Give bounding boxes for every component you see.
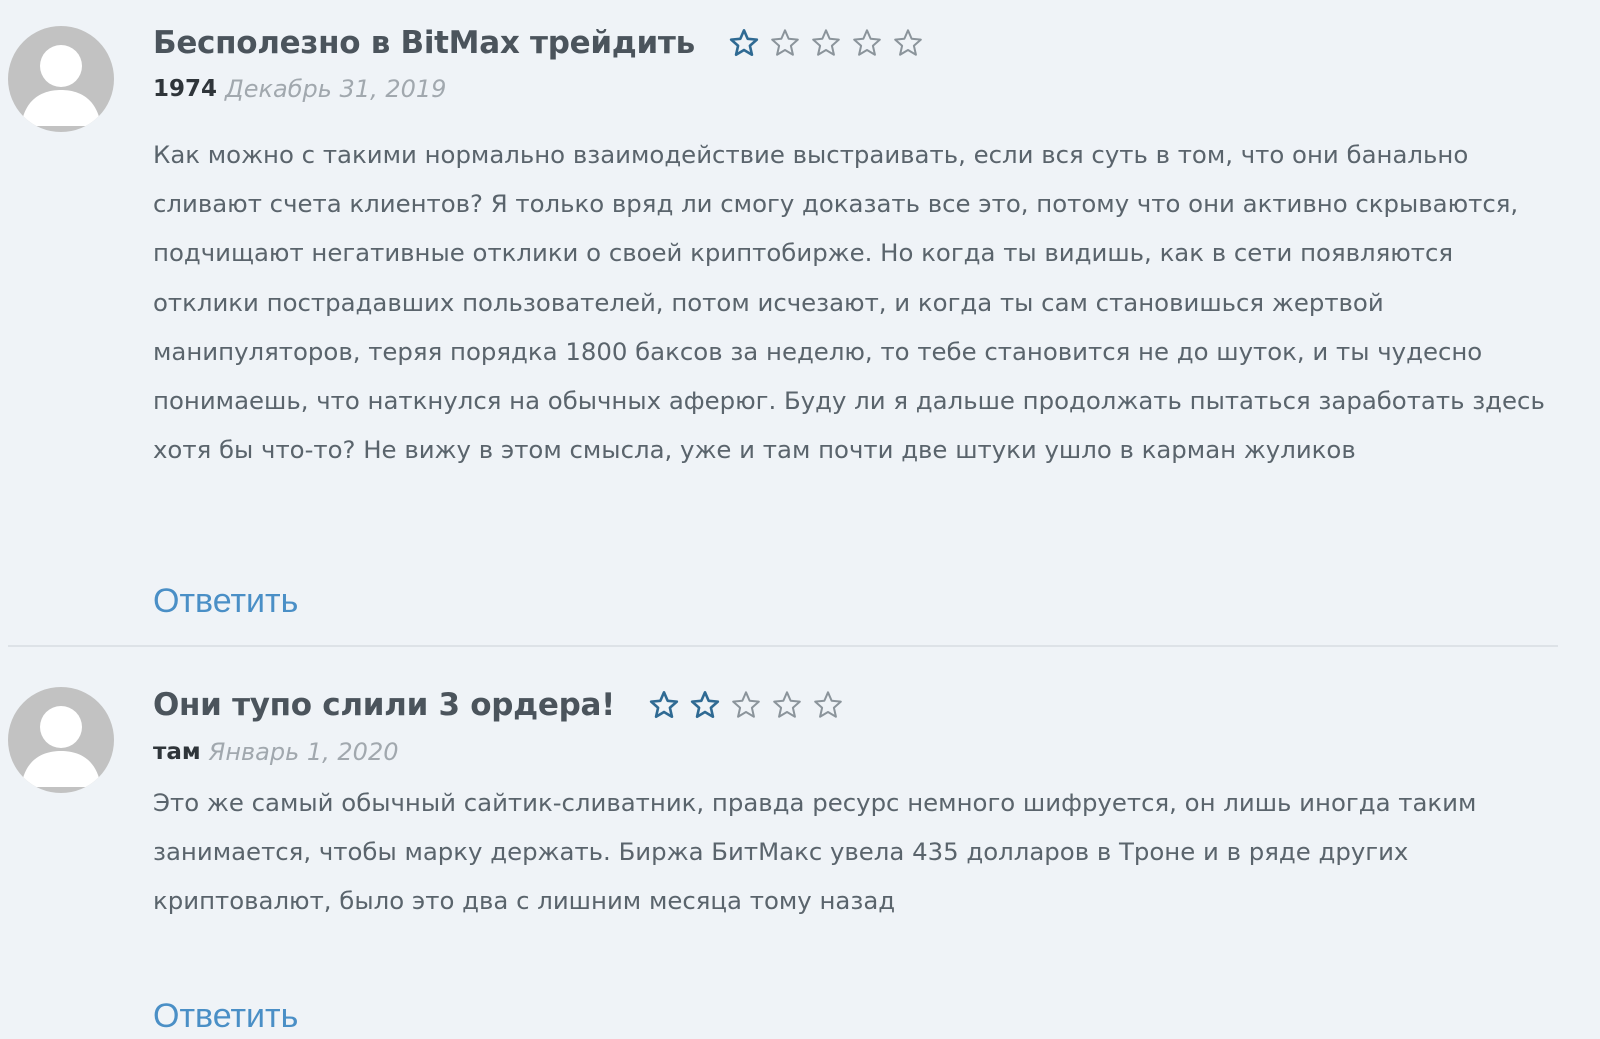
star-empty-icon[interactable] bbox=[772, 690, 802, 720]
star-rating[interactable] bbox=[729, 28, 923, 58]
star-empty-icon[interactable] bbox=[811, 28, 841, 58]
review-item: Они тупо слили 3 ордера! там Январь 1, 2… bbox=[0, 660, 1600, 1039]
review-author: там bbox=[153, 739, 201, 765]
star-rating[interactable] bbox=[649, 690, 843, 720]
reply-link[interactable]: Ответить bbox=[153, 997, 298, 1036]
review-title: Бесполезно в BitMax трейдить bbox=[153, 25, 695, 61]
user-avatar-icon bbox=[8, 687, 114, 793]
review-title: Они тупо слили 3 ордера! bbox=[153, 687, 615, 723]
star-filled-icon[interactable] bbox=[649, 690, 679, 720]
star-filled-icon[interactable] bbox=[729, 28, 759, 58]
star-empty-icon[interactable] bbox=[893, 28, 923, 58]
star-empty-icon[interactable] bbox=[852, 28, 882, 58]
review-author: 1974 bbox=[153, 76, 218, 102]
review-header: Бесполезно в BitMax трейдить bbox=[153, 20, 923, 66]
review-header: Они тупо слили 3 ордера! bbox=[153, 682, 843, 728]
user-avatar-icon bbox=[8, 26, 114, 132]
review-date: Декабрь 31, 2019 bbox=[225, 75, 447, 103]
review-text: Это же самый обычный сайтик-сливатник, п… bbox=[153, 788, 1477, 916]
review-text: Как можно с такими нормально взаимодейст… bbox=[153, 140, 1545, 465]
star-empty-icon[interactable] bbox=[813, 690, 843, 720]
review-divider bbox=[8, 645, 1558, 647]
star-empty-icon[interactable] bbox=[731, 690, 761, 720]
review-item: Бесполезно в BitMax трейдить 1974 Декабр… bbox=[0, 0, 1600, 647]
review-meta: там Январь 1, 2020 bbox=[153, 736, 399, 768]
review-meta: 1974 Декабрь 31, 2019 bbox=[153, 73, 446, 105]
star-filled-icon[interactable] bbox=[690, 690, 720, 720]
reply-link[interactable]: Ответить bbox=[153, 582, 298, 621]
star-empty-icon[interactable] bbox=[770, 28, 800, 58]
review-date: Январь 1, 2020 bbox=[208, 738, 399, 766]
